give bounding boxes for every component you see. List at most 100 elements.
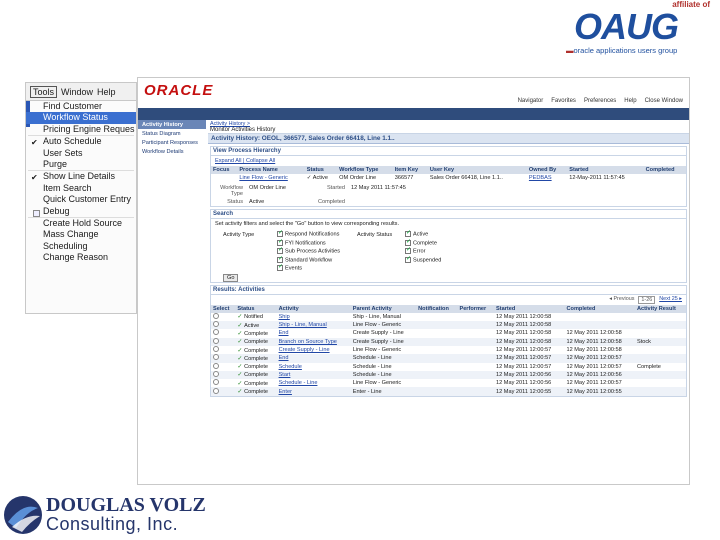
checkbox[interactable]	[405, 255, 411, 263]
option-label: Error	[413, 248, 426, 255]
previous-link[interactable]: ◂ Previous	[609, 296, 634, 304]
parent-activity-cell: Line Flow - Generic	[352, 347, 402, 354]
activity-status-option[interactable]: Complete	[405, 238, 485, 246]
search-section: Search Set activity filters and select t…	[210, 209, 687, 283]
select-radio[interactable]	[213, 312, 219, 319]
select-radio[interactable]	[213, 370, 219, 377]
global-link[interactable]: Preferences	[584, 98, 616, 104]
select-cell[interactable]	[211, 337, 236, 346]
menu-item[interactable]: Debug	[26, 206, 136, 217]
menu-item[interactable]: Quick Customer Entry	[26, 194, 136, 205]
table-row: ✓ Complete Branch on Source Type Create Su…	[211, 337, 686, 346]
menu-item[interactable]: User Sets	[26, 148, 136, 159]
expand-collapse-links[interactable]: Expand All | Collapse All	[211, 156, 686, 166]
checkbox[interactable]	[277, 255, 283, 263]
menu-item[interactable]: Create Hold Source	[26, 218, 136, 229]
select-radio[interactable]	[213, 346, 219, 353]
sidenav-item[interactable]: Status Diagram	[138, 129, 206, 138]
process-details: Workflow Type OM Order Line Started 12 May …	[211, 184, 686, 206]
activity-type-option[interactable]: Sub Process Activities	[277, 246, 357, 255]
column-header: Process Name	[237, 166, 305, 174]
select-cell[interactable]	[211, 387, 236, 396]
select-cell[interactable]	[211, 354, 236, 363]
checkbox[interactable]	[405, 229, 411, 238]
activity-cell[interactable]: Enter	[276, 387, 351, 396]
select-radio[interactable]	[213, 387, 219, 394]
activity-cell[interactable]: Branch on Source Type	[276, 337, 351, 346]
checkbox[interactable]	[277, 246, 283, 255]
global-link[interactable]: Close Window	[645, 98, 683, 104]
activity-cell[interactable]: Ship	[277, 313, 351, 321]
detail-label: Status	[227, 199, 243, 206]
sidenav-item[interactable]: Activity History	[138, 120, 206, 129]
menu-item[interactable]: Scheduling	[26, 241, 136, 252]
column-header: Select	[211, 304, 236, 313]
hierarchy-cell[interactable]: Line Flow - Generic	[237, 174, 304, 182]
global-link[interactable]: Navigator	[518, 98, 544, 104]
select-radio[interactable]	[213, 321, 219, 328]
global-link[interactable]: Favorites	[551, 98, 576, 104]
menu-item[interactable]: Change Reason	[26, 252, 136, 263]
activity-type-option[interactable]: Events	[277, 263, 357, 272]
activity-status-option[interactable]: Error	[405, 246, 485, 255]
menu-tools[interactable]: Tools	[30, 85, 58, 98]
checkbox[interactable]	[277, 229, 283, 238]
activity-type-option[interactable]: Respond Notifications	[277, 229, 357, 238]
activity-cell[interactable]: End	[277, 329, 351, 337]
checkbox[interactable]	[405, 238, 411, 246]
menu-item[interactable]: Item Search	[26, 183, 136, 194]
global-link[interactable]: Help	[624, 98, 636, 104]
tools-menu-list: Find Customer Workflow Status Pricing Engi…	[26, 101, 136, 263]
parent-activity-cell: Schedule - Line	[350, 354, 417, 363]
activity-status-option[interactable]: Active	[405, 229, 485, 238]
select-cell[interactable]	[211, 321, 236, 330]
menu-help[interactable]: Help	[97, 87, 116, 97]
select-cell[interactable]	[211, 370, 236, 380]
breadcrumb[interactable]: Activity History >	[208, 120, 689, 127]
menu-item[interactable]: ✔ Show Line Details	[26, 171, 136, 182]
select-radio[interactable]	[213, 329, 219, 336]
go-button[interactable]: Go	[223, 273, 239, 282]
result-cell	[635, 346, 686, 354]
sidenav-item[interactable]: Participant Responses	[138, 138, 206, 147]
menu-item[interactable]: Mass Change	[26, 229, 136, 240]
select-radio[interactable]	[213, 354, 219, 361]
menu-item[interactable]: ✔ Auto Schedule	[26, 136, 136, 147]
checkbox[interactable]	[277, 238, 283, 246]
activity-cell[interactable]: Create Supply - Line	[277, 346, 351, 354]
activity-cell[interactable]: Schedule - Line	[277, 379, 351, 387]
menu-item[interactable]: Workflow Status	[26, 112, 136, 124]
activity-cell[interactable]: Ship - Line, Manual	[276, 321, 351, 330]
select-cell[interactable]	[211, 362, 235, 371]
select-radio[interactable]	[213, 337, 219, 344]
select-cell[interactable]	[211, 379, 235, 387]
activity-type-option[interactable]: Standard Workflow	[277, 255, 357, 264]
search-title: Search	[211, 210, 686, 220]
menu-item[interactable]: Find Customer	[26, 101, 136, 112]
activity-cell[interactable]: Start	[276, 370, 351, 380]
range-select[interactable]: 1-26	[638, 295, 656, 304]
next-link[interactable]: Next 25 ▸	[659, 296, 682, 304]
hierarchy-table: Focus Process Name Status Workflow Type Item…	[211, 166, 686, 182]
menu-item[interactable]: Pricing Engine Reques	[26, 124, 136, 135]
select-cell[interactable]	[211, 329, 235, 337]
select-cell[interactable]	[211, 346, 235, 354]
activity-cell[interactable]: Schedule	[277, 363, 351, 371]
select-cell[interactable]	[211, 312, 235, 321]
activity-type-option[interactable]: FYI Notifications	[277, 238, 357, 246]
select-radio[interactable]	[213, 379, 219, 386]
sidenav-item[interactable]: Workflow Details	[138, 147, 206, 156]
checkbox[interactable]	[405, 246, 411, 255]
checkbox[interactable]	[277, 263, 283, 272]
status-text: Complete	[244, 347, 269, 354]
menu-item-label: Auto Schedule	[43, 136, 102, 147]
result-cell	[634, 387, 686, 396]
activity-cell[interactable]: End	[276, 354, 351, 363]
menu-item[interactable]: Purge	[26, 159, 136, 170]
menu-window[interactable]: Window	[61, 87, 93, 97]
hierarchy-cell[interactable]: PEDBAS	[527, 174, 567, 182]
select-radio[interactable]	[213, 362, 219, 369]
option-label: Standard Workflow	[285, 257, 333, 264]
activity-status-option[interactable]: Suspended	[405, 255, 485, 263]
detail-label: Started	[326, 185, 345, 192]
